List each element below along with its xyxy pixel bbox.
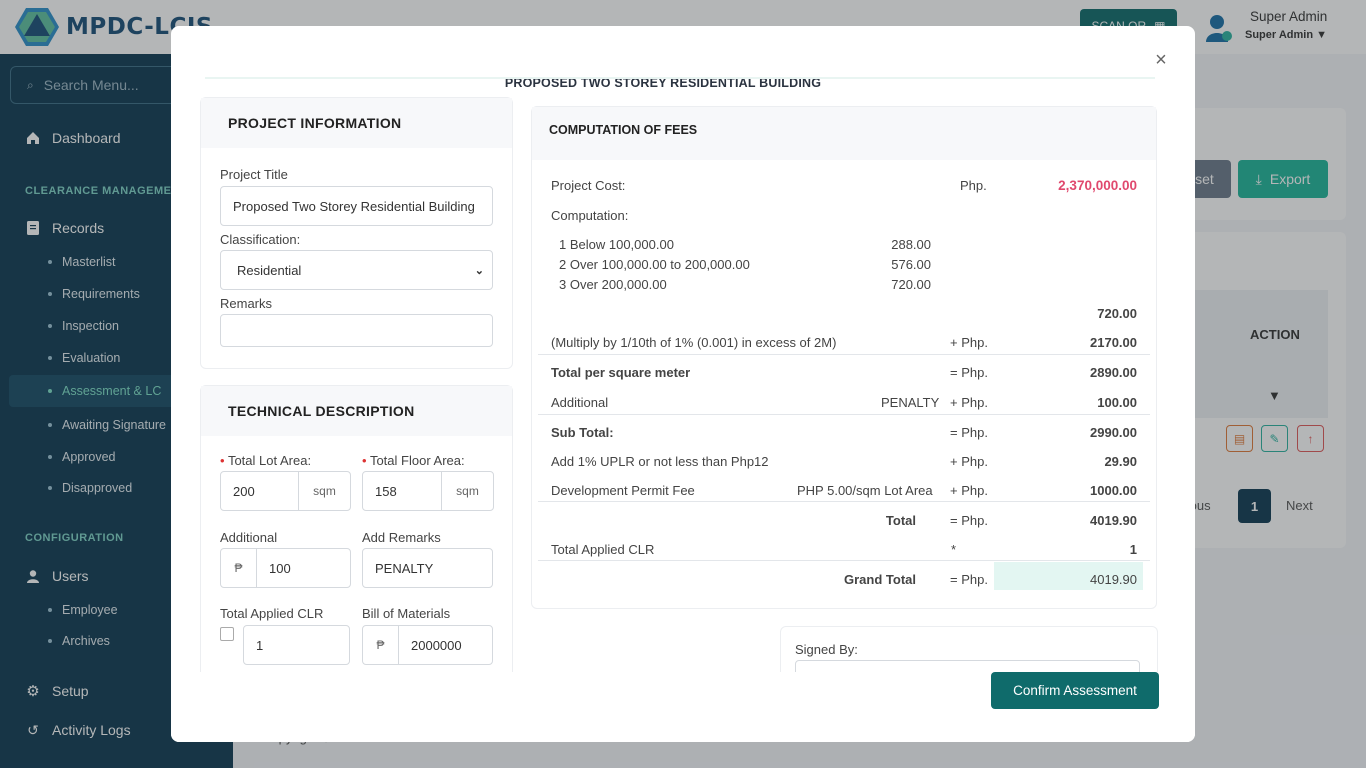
close-icon[interactable]: ×	[1150, 50, 1172, 70]
lot-area-unit: sqm	[298, 471, 351, 511]
subtotal-value: 2990.00	[1090, 425, 1137, 440]
uplr-value: 29.90	[1104, 454, 1137, 469]
dev-permit-op: + Php.	[950, 483, 988, 498]
project-information-heading: PROJECT INFORMATION	[201, 98, 512, 148]
additional-fee-value: 100.00	[1097, 395, 1137, 410]
per-sqm-label: Total per square meter	[551, 365, 691, 380]
total-label: Total	[885, 513, 916, 528]
additional-currency: ₱	[220, 548, 257, 588]
bom-currency: ₱	[362, 625, 399, 665]
applied-clr-label: Total Applied CLR	[551, 542, 655, 557]
per-sqm-op: = Php.	[950, 365, 988, 380]
technical-description-heading: TECHNICAL DESCRIPTION	[201, 386, 512, 436]
signed-by-label: Signed By:	[795, 642, 858, 657]
uplr-op: + Php.	[950, 454, 988, 469]
multiply-value: 2170.00	[1090, 335, 1137, 350]
title-divider	[205, 77, 1155, 79]
divider	[538, 501, 1150, 502]
bracket-1-value: 288.00	[891, 237, 931, 252]
remarks-input[interactable]	[220, 314, 493, 347]
grand-total-label: Grand Total	[844, 572, 916, 587]
uplr-label: Add 1% UPLR or not less than Php12	[551, 454, 769, 469]
dev-permit-label: Development Permit Fee	[551, 483, 695, 498]
floor-area-unit: sqm	[441, 471, 494, 511]
project-title-input[interactable]: Proposed Two Storey Residential Building	[220, 186, 493, 226]
chevron-down-icon: ⌄	[474, 264, 484, 277]
bracket-3-value: 720.00	[891, 277, 931, 292]
project-cost-label: Project Cost:	[551, 178, 626, 193]
clr-checkbox[interactable]	[220, 627, 234, 641]
bill-of-materials-label: Bill of Materials	[362, 606, 451, 621]
classification-select[interactable]: Residential ⌄	[220, 250, 493, 290]
total-value: 4019.90	[1090, 513, 1137, 528]
computation-label: Computation:	[551, 208, 629, 223]
bill-of-materials-input[interactable]: 2000000	[398, 625, 493, 665]
clr-label: Total Applied CLR	[220, 606, 324, 621]
dev-permit-value: 1000.00	[1090, 483, 1137, 498]
confirm-assessment-button[interactable]: Confirm Assessment	[991, 672, 1159, 709]
subtotal-op: = Php.	[950, 425, 988, 440]
dev-permit-rate: PHP 5.00/sqm Lot Area	[797, 483, 933, 498]
divider	[538, 560, 1150, 561]
add-remarks-label: Add Remarks	[362, 530, 441, 545]
add-remarks-input[interactable]: PENALTY	[362, 548, 493, 588]
divider	[538, 414, 1150, 415]
assessment-modal: PROPOSED TWO STOREY RESIDENTIAL BUILDING…	[171, 26, 1195, 742]
multiply-op: + Php.	[950, 335, 988, 350]
bracket-result-value: 720.00	[1097, 306, 1137, 321]
bracket-2-label: 2 Over 100,000.00 to 200,000.00	[559, 257, 750, 272]
multiply-label: (Multiply by 1/10th of 1% (0.001) in exc…	[551, 335, 837, 350]
project-cost-currency: Php.	[960, 178, 987, 193]
bracket-3-label: 3 Over 200,000.00	[559, 277, 667, 292]
grand-total-op: = Php.	[950, 572, 988, 587]
subtotal-label: Sub Total:	[551, 425, 614, 440]
applied-clr-op: *	[951, 542, 957, 557]
bracket-1-label: 1 Below 100,000.00	[559, 237, 674, 252]
floor-area-input[interactable]: 158	[362, 471, 442, 511]
lot-area-input[interactable]: 200	[220, 471, 299, 511]
clr-input[interactable]: 1	[243, 625, 350, 665]
bracket-2-value: 576.00	[891, 257, 931, 272]
lot-area-label: • Total Lot Area:	[220, 453, 312, 468]
additional-input[interactable]: 100	[256, 548, 351, 588]
remarks-label: Remarks	[220, 296, 273, 311]
computation-heading: COMPUTATION OF FEES	[532, 107, 1156, 160]
divider	[538, 354, 1150, 355]
applied-clr-value: 1	[1129, 542, 1137, 557]
project-cost-value: 2,370,000.00	[1058, 178, 1137, 193]
classification-label: Classification:	[220, 232, 301, 247]
total-op: = Php.	[950, 513, 988, 528]
additional-fee-op: + Php.	[950, 395, 988, 410]
per-sqm-value: 2890.00	[1090, 365, 1137, 380]
additional-fee-remark: PENALTY	[881, 395, 940, 410]
floor-area-label: • Total Floor Area:	[362, 453, 465, 468]
project-title-label: Project Title	[220, 167, 288, 182]
grand-total-value: 4019.90	[1090, 572, 1137, 587]
additional-label: Additional	[220, 530, 278, 545]
additional-fee-label: Additional	[551, 395, 609, 410]
